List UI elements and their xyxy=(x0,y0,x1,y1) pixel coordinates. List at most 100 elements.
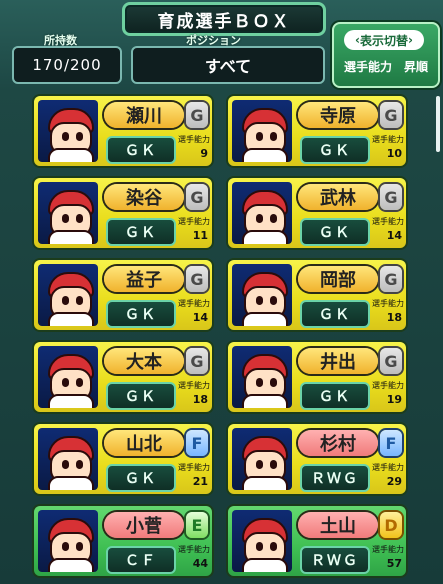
player-card[interactable]: 寺原 G ＧＫ 選手能力 10 xyxy=(228,96,406,166)
ability-value: 18 xyxy=(386,311,402,324)
rank-badge: G xyxy=(380,348,402,374)
swap-right-icon: › xyxy=(408,33,413,47)
player-portrait xyxy=(38,264,98,326)
player-card[interactable]: 山北 F ＧＫ 選手能力 21 xyxy=(34,424,212,494)
eye-icon xyxy=(270,296,277,305)
position-filter[interactable]: すべて xyxy=(131,46,325,84)
ability-value: 14 xyxy=(386,229,402,242)
ability-label: 選手能力 xyxy=(178,135,210,144)
display-switch-button[interactable]: ‹ 表示切替 › 選手能力 昇順 xyxy=(332,22,440,88)
player-position: ＧＫ xyxy=(300,300,370,328)
body-icon xyxy=(48,476,94,490)
rank-badge: F xyxy=(186,430,208,456)
player-name: 瀬川 xyxy=(104,102,184,128)
ability-value: 57 xyxy=(386,557,402,570)
rank-badge: G xyxy=(186,184,208,210)
player-name: 山北 xyxy=(104,430,184,456)
eye-icon xyxy=(76,542,83,551)
ability-value: 14 xyxy=(192,311,208,324)
eye-icon xyxy=(76,378,83,387)
player-name: 寺原 xyxy=(298,102,378,128)
sort-value: 選手能力 昇順 xyxy=(343,60,428,74)
rank-badge: F xyxy=(380,430,402,456)
body-icon xyxy=(242,476,288,490)
player-name: 益子 xyxy=(104,266,184,292)
eye-icon xyxy=(62,378,69,387)
ability-label: 選手能力 xyxy=(178,217,210,226)
player-name: 杉村 xyxy=(298,430,378,456)
body-icon xyxy=(242,230,288,244)
rank-badge: G xyxy=(380,102,402,128)
player-position: ＧＫ xyxy=(300,218,370,246)
ability-value: 18 xyxy=(192,393,208,406)
eye-icon xyxy=(270,132,277,141)
body-icon xyxy=(48,230,94,244)
player-position: ＧＫ xyxy=(300,136,370,164)
player-portrait xyxy=(232,264,292,326)
eye-icon xyxy=(62,460,69,469)
body-icon xyxy=(48,558,94,572)
player-name: 岡部 xyxy=(298,266,378,292)
player-portrait xyxy=(232,182,292,244)
eye-icon xyxy=(62,542,69,551)
player-card[interactable]: 染谷 G ＧＫ 選手能力 11 xyxy=(34,178,212,248)
count-value: 170/200 xyxy=(12,46,122,84)
player-card[interactable]: 土山 D ＲＷＧ 選手能力 57 xyxy=(228,506,406,576)
body-icon xyxy=(48,394,94,408)
ability-label: 選手能力 xyxy=(178,381,210,390)
player-card[interactable]: 小菅 E ＣＦ 選手能力 44 xyxy=(34,506,212,576)
player-card[interactable]: 瀬川 G ＧＫ 選手能力 9 xyxy=(34,96,212,166)
player-position: ＧＫ xyxy=(106,136,176,164)
player-card[interactable]: 杉村 F ＲＷＧ 選手能力 29 xyxy=(228,424,406,494)
player-name: 井出 xyxy=(298,348,378,374)
switch-label-text: 表示切替 xyxy=(359,33,408,48)
player-card[interactable]: 大本 G ＧＫ 選手能力 18 xyxy=(34,342,212,412)
ability-label: 選手能力 xyxy=(372,463,404,472)
eye-icon xyxy=(62,132,69,141)
player-card[interactable]: 岡部 G ＧＫ 選手能力 18 xyxy=(228,260,406,330)
ability-value: 29 xyxy=(386,475,402,488)
body-icon xyxy=(242,558,288,572)
eye-icon xyxy=(76,460,83,469)
player-position: ＣＦ xyxy=(106,546,176,574)
player-card[interactable]: 井出 G ＧＫ 選手能力 19 xyxy=(228,342,406,412)
player-portrait xyxy=(38,510,98,572)
body-icon xyxy=(242,312,288,326)
player-card[interactable]: 武林 G ＧＫ 選手能力 14 xyxy=(228,178,406,248)
ability-value: 11 xyxy=(192,229,208,242)
player-position: ＧＫ xyxy=(106,382,176,410)
player-portrait xyxy=(232,428,292,490)
eye-icon xyxy=(76,296,83,305)
player-name: 大本 xyxy=(104,348,184,374)
rank-badge: G xyxy=(380,266,402,292)
eye-icon xyxy=(270,214,277,223)
ability-label: 選手能力 xyxy=(372,545,404,554)
player-card[interactable]: 益子 G ＧＫ 選手能力 14 xyxy=(34,260,212,330)
player-portrait xyxy=(232,346,292,408)
ability-value: 10 xyxy=(386,147,402,160)
player-position: ＲＷＧ xyxy=(300,546,370,574)
ability-label: 選手能力 xyxy=(372,381,404,390)
ability-label: 選手能力 xyxy=(372,135,404,144)
eye-icon xyxy=(270,460,277,469)
player-position: ＧＫ xyxy=(106,218,176,246)
ability-label: 選手能力 xyxy=(178,463,210,472)
rank-badge: G xyxy=(186,348,208,374)
player-position: ＧＫ xyxy=(106,464,176,492)
eye-icon xyxy=(256,214,263,223)
ability-label: 選手能力 xyxy=(178,299,210,308)
body-icon xyxy=(242,394,288,408)
player-portrait xyxy=(232,100,292,162)
player-name: 染谷 xyxy=(104,184,184,210)
player-name: 土山 xyxy=(298,512,378,538)
ability-value: 44 xyxy=(192,557,208,570)
eye-icon xyxy=(62,296,69,305)
eye-icon xyxy=(270,542,277,551)
rank-badge: G xyxy=(186,266,208,292)
screen-title: 育成選手ＢＯＸ xyxy=(122,2,326,36)
eye-icon xyxy=(256,296,263,305)
ability-value: 19 xyxy=(386,393,402,406)
player-name: 武林 xyxy=(298,184,378,210)
rank-badge: E xyxy=(186,512,208,538)
player-portrait xyxy=(232,510,292,572)
